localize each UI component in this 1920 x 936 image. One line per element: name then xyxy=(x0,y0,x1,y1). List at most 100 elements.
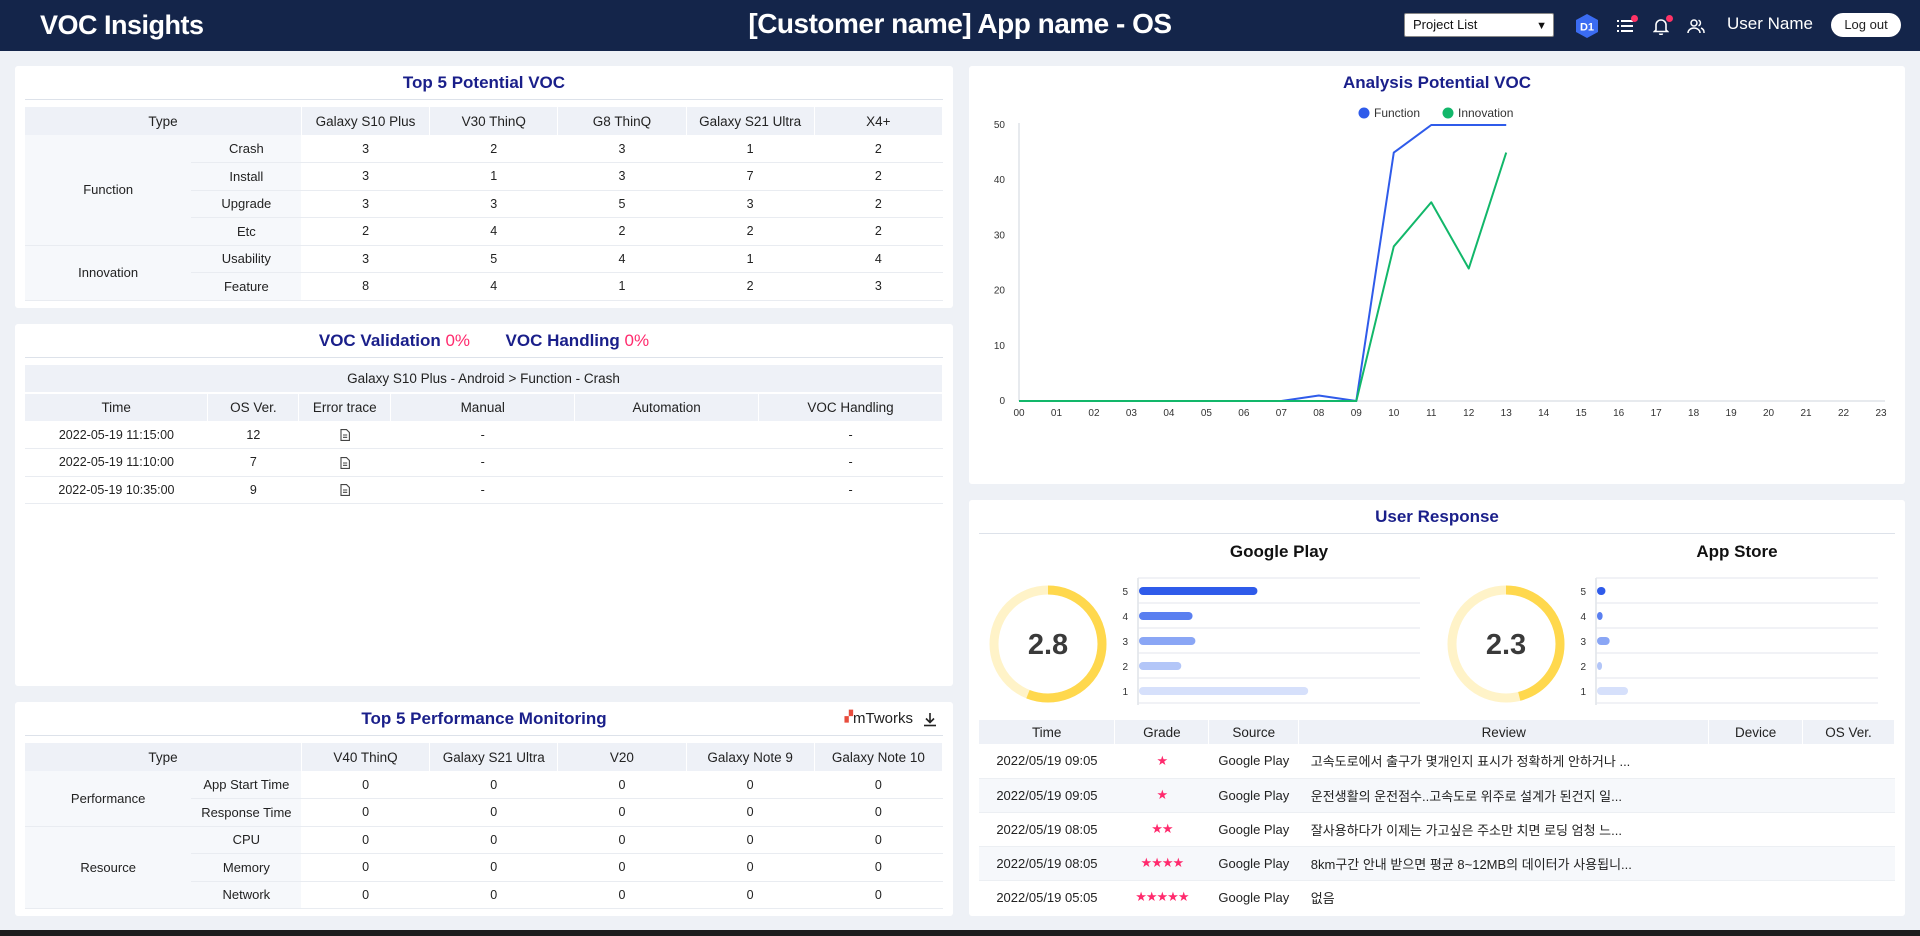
device-header: X4+ xyxy=(814,107,944,135)
cell-value[interactable]: 3 xyxy=(814,272,943,301)
table-row[interactable]: 2022-05-19 10:35:00 9 - - xyxy=(25,476,943,504)
project-select[interactable]: Project List ▼ xyxy=(1404,13,1554,37)
review-text[interactable]: 운전생활의 운전점수..고속도로 위주로 설계가 된건지 일... xyxy=(1298,778,1709,813)
cell-value[interactable]: 0 xyxy=(557,826,687,854)
performance-table: Type V40 ThinQ Galaxy S21 Ultra V20 Gala… xyxy=(25,743,944,909)
review-row[interactable]: 2022/05/19 05:05 ★★★★★ Google Play 없음 xyxy=(979,880,1895,910)
table-row[interactable]: 2022-05-19 11:15:00 12 - - xyxy=(25,421,943,449)
voc-handling-cell: - xyxy=(758,421,943,449)
file-icon[interactable] xyxy=(340,429,350,442)
error-trace-cell[interactable] xyxy=(298,476,391,504)
cell-value[interactable]: 5 xyxy=(429,245,558,273)
user-name[interactable]: User Name xyxy=(1727,14,1813,34)
cell-value[interactable]: 0 xyxy=(686,881,815,909)
cell-value[interactable]: 0 xyxy=(814,771,943,799)
cell-value[interactable]: 2 xyxy=(686,217,815,246)
cell-value[interactable]: 0 xyxy=(557,798,687,827)
review-grade: ★ xyxy=(1114,778,1209,813)
cell-value[interactable]: 8 xyxy=(301,272,430,301)
performance-title: Top 5 Performance Monitoring xyxy=(25,702,943,736)
cell-value[interactable]: 0 xyxy=(429,881,558,909)
cell-value[interactable]: 2 xyxy=(814,190,943,218)
voc-validation-card: VOC Validation 0% VOC Handling 0% Galaxy… xyxy=(15,324,953,686)
list-icon[interactable] xyxy=(1613,13,1639,39)
row-label: Network xyxy=(191,881,302,909)
cell-value[interactable]: 2 xyxy=(814,135,943,163)
cell-value[interactable]: 0 xyxy=(686,853,815,882)
cell-value[interactable]: 4 xyxy=(429,272,558,301)
download-icon[interactable] xyxy=(923,712,937,732)
cell-value[interactable]: 0 xyxy=(686,771,815,799)
voc-validation-percent: 0% xyxy=(445,331,471,350)
cell-value[interactable]: 0 xyxy=(429,798,558,827)
cell-value[interactable]: 2 xyxy=(301,217,430,246)
cell-value[interactable]: 4 xyxy=(557,245,687,273)
cell-value[interactable]: 0 xyxy=(557,771,687,799)
review-row[interactable]: 2022/05/19 09:05 ★ Google Play 운전생활의 운전점수..… xyxy=(979,778,1895,813)
cell-value[interactable]: 0 xyxy=(301,798,430,827)
review-text[interactable]: 잘사용하다가 이제는 가고싶은 주소만 치면 로딩 엄청 느... xyxy=(1298,812,1709,847)
cell-value[interactable]: 0 xyxy=(301,881,430,909)
cell-value[interactable]: 2 xyxy=(686,272,815,301)
cell-value[interactable]: 0 xyxy=(301,853,430,882)
cell-value[interactable]: 3 xyxy=(301,245,430,273)
cell-value[interactable]: 0 xyxy=(686,798,815,827)
review-text[interactable]: 없음 xyxy=(1298,880,1709,910)
file-icon[interactable] xyxy=(340,457,350,469)
error-trace-cell[interactable] xyxy=(298,448,391,477)
cell-value[interactable]: 7 xyxy=(686,162,815,191)
cell-value[interactable]: 0 xyxy=(429,853,558,882)
apple-score: 2.3 xyxy=(1486,629,1526,661)
cell-value[interactable]: 2 xyxy=(557,217,687,246)
error-trace-cell[interactable] xyxy=(298,421,391,449)
d1-badge-icon[interactable]: D1 xyxy=(1574,13,1600,39)
cell-value[interactable]: 3 xyxy=(301,162,430,191)
cell-value[interactable]: 0 xyxy=(557,853,687,882)
cell-value[interactable]: 1 xyxy=(429,162,558,191)
cell-value[interactable]: 0 xyxy=(557,881,687,909)
file-icon[interactable] xyxy=(340,484,350,497)
cell-value[interactable]: 0 xyxy=(814,798,943,827)
review-row[interactable]: 2022/05/19 09:05 ★ Google Play 고속도로에서 출구가 몇… xyxy=(979,744,1895,779)
review-row[interactable]: 2022/05/19 08:05 ★★ Google Play 잘사용하다가 이제는 … xyxy=(979,812,1895,847)
device-header: Galaxy S10 Plus xyxy=(301,107,431,135)
bell-icon[interactable] xyxy=(1648,13,1674,39)
logout-button[interactable]: Log out xyxy=(1831,13,1901,37)
cell-value[interactable]: 0 xyxy=(814,853,943,882)
cell-value[interactable]: 0 xyxy=(814,826,943,854)
review-text[interactable]: 8km구간 안내 받으면 평균 8~12MB의 데이터가 사용됩니... xyxy=(1298,846,1709,881)
device-header: G8 ThinQ xyxy=(557,107,687,135)
table-row[interactable]: 2022-05-19 11:10:00 7 - - xyxy=(25,448,943,477)
review-text[interactable]: 고속도로에서 출구가 몇개인지 표시가 정확하게 안하거나 ... xyxy=(1298,744,1709,779)
voc-handling-percent: 0% xyxy=(624,331,650,350)
top5-voc-card: Top 5 Potential VOC Type Galaxy S10 Plus… xyxy=(15,66,953,308)
cell-value[interactable]: 0 xyxy=(686,826,815,854)
users-icon[interactable] xyxy=(1683,13,1709,39)
cell-value[interactable]: 3 xyxy=(557,162,687,191)
cell-value[interactable]: 2 xyxy=(814,217,943,246)
cell-value[interactable]: 4 xyxy=(814,245,943,273)
cell-value[interactable]: 0 xyxy=(814,881,943,909)
cell-value[interactable]: 3 xyxy=(429,190,558,218)
cell-value[interactable]: 0 xyxy=(301,771,430,799)
review-row[interactable]: 2022/05/19 08:05 ★★★★ Google Play 8km구간 안내 … xyxy=(979,846,1895,881)
group-label: Resource xyxy=(25,826,192,909)
cell-value[interactable]: 0 xyxy=(429,826,558,854)
cell-value[interactable]: 3 xyxy=(557,135,687,163)
brand-logo[interactable]: VOC Insights xyxy=(40,10,204,41)
cell-value[interactable]: 3 xyxy=(301,190,430,218)
col-os: OS Ver. xyxy=(207,393,300,421)
cell-value[interactable]: 1 xyxy=(686,135,815,163)
cell-value[interactable]: 1 xyxy=(686,245,815,273)
cell-value[interactable]: 0 xyxy=(429,771,558,799)
col-voc-handling: VOC Handling xyxy=(758,393,943,421)
cell-value[interactable]: 5 xyxy=(557,190,687,218)
cell-value[interactable]: 2 xyxy=(814,162,943,191)
cell-value[interactable]: 2 xyxy=(429,135,558,163)
cell-value[interactable]: 4 xyxy=(429,217,558,246)
cell-value[interactable]: 3 xyxy=(686,190,815,218)
cell-value[interactable]: 3 xyxy=(301,135,430,163)
cell-value[interactable]: 0 xyxy=(301,826,430,854)
mtworks-logo[interactable]: ▞mTworks xyxy=(845,710,913,727)
cell-value[interactable]: 1 xyxy=(557,272,687,301)
